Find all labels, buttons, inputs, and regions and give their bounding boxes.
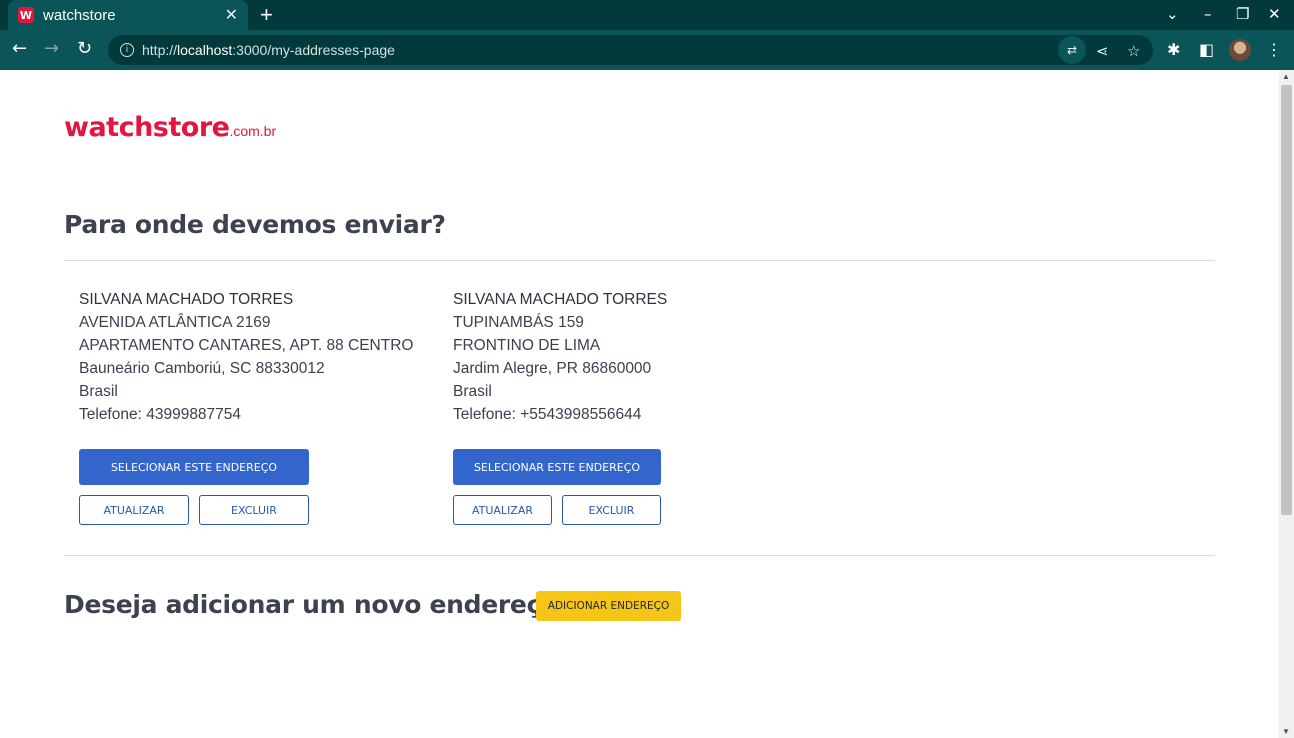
minimize-icon[interactable]: –	[1204, 5, 1212, 23]
url-host: localhost	[177, 42, 233, 58]
address-country: Brasil	[453, 383, 492, 400]
translate-icon[interactable]: ⇄	[1058, 36, 1086, 64]
browser-tab-bar: W watchstore ✕ + ⌄ – ❐ ✕	[0, 0, 1294, 30]
update-address-button[interactable]: ATUALIZAR	[79, 495, 189, 525]
divider-top	[64, 260, 1215, 261]
address-city-line: Jardim Alegre, PR 86860000	[453, 360, 652, 377]
address-name: SILVANA MACHADO TORRES	[453, 291, 668, 308]
watchstore-logo[interactable]: watchstore.com.br	[64, 112, 276, 143]
tab-title: watchstore	[43, 6, 116, 24]
tab-close-icon[interactable]: ✕	[225, 5, 238, 25]
logo-main-text: watchstore	[64, 112, 230, 143]
scroll-down-icon[interactable]: ▼	[1282, 727, 1290, 736]
page-scrollbar[interactable]: ▲ ▼	[1279, 70, 1294, 738]
browser-tab[interactable]: W watchstore ✕	[8, 0, 248, 30]
scroll-up-icon[interactable]: ▲	[1282, 72, 1290, 81]
forward-icon[interactable]: →	[44, 39, 59, 59]
profile-avatar[interactable]	[1229, 39, 1251, 61]
share-icon[interactable]: ⋖	[1096, 42, 1109, 60]
select-address-button[interactable]: SELECIONAR ESTE ENDEREÇO	[453, 449, 661, 485]
new-tab-icon[interactable]: +	[260, 4, 273, 26]
close-window-icon[interactable]: ✕	[1268, 5, 1281, 23]
address-bar[interactable]: i http://localhost:3000/my-addresses-pag…	[108, 35, 1153, 65]
select-address-button[interactable]: SELECIONAR ESTE ENDEREÇO	[79, 449, 309, 485]
address-complement: FRONTINO DE LIMA	[453, 337, 601, 354]
shipping-title: Para onde devemos enviar?	[64, 210, 446, 239]
url-path: :3000/my-addresses-page	[232, 42, 395, 58]
address-city-line: Bauneário Camboriú, SC 88330012	[79, 360, 325, 377]
divider-bottom	[64, 555, 1215, 556]
extensions-icon[interactable]: ✱	[1167, 41, 1180, 59]
address-country: Brasil	[79, 383, 118, 400]
address-street: TUPINAMBÁS 159	[453, 314, 584, 331]
tab-search-icon[interactable]: ⌄	[1166, 5, 1179, 23]
menu-kebab-icon[interactable]: ⋮	[1266, 41, 1282, 59]
restore-icon[interactable]: ❐	[1236, 5, 1249, 23]
browser-toolbar: ← → ↻ i http://localhost:3000/my-address…	[0, 30, 1294, 70]
logo-suffix-text: .com.br	[229, 123, 277, 139]
delete-address-button[interactable]: EXCLUIR	[562, 495, 661, 525]
add-address-button[interactable]: ADICIONAR ENDEREÇO	[536, 591, 681, 621]
address-street: AVENIDA ATLÂNTICA 2169	[79, 314, 271, 331]
address-card-2: SILVANA MACHADO TORRES TUPINAMBÁS 159 FR…	[453, 288, 793, 426]
url-scheme: http://	[142, 42, 178, 58]
address-name: SILVANA MACHADO TORRES	[79, 291, 294, 308]
delete-address-button[interactable]: EXCLUIR	[199, 495, 309, 525]
update-address-button[interactable]: ATUALIZAR	[453, 495, 552, 525]
back-icon[interactable]: ←	[12, 39, 27, 59]
address-phone: Telefone: 43999887754	[79, 406, 242, 423]
bookmark-star-icon[interactable]: ☆	[1127, 42, 1140, 60]
scroll-thumb[interactable]	[1281, 85, 1292, 515]
address-complement: APARTAMENTO CANTARES, APT. 88 CENTRO	[79, 337, 414, 354]
address-phone: Telefone: +5543998556644	[453, 406, 642, 423]
page-content: watchstore.com.br Para onde devemos envi…	[0, 70, 1279, 738]
watchstore-favicon-icon: W	[18, 7, 34, 23]
reload-icon[interactable]: ↻	[77, 39, 92, 59]
side-panel-icon[interactable]: ◧	[1199, 41, 1214, 59]
new-address-title: Deseja adicionar um novo endereço?	[64, 590, 573, 619]
address-card-1: SILVANA MACHADO TORRES AVENIDA ATLÂNTICA…	[79, 288, 419, 426]
site-info-icon[interactable]: i	[120, 43, 134, 57]
